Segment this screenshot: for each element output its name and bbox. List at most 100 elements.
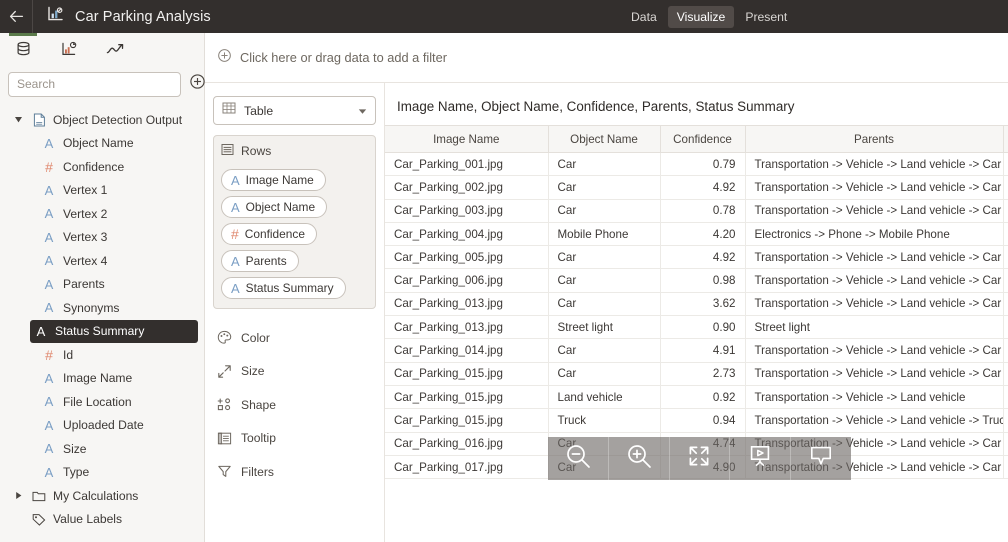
shelf-prop-filters[interactable]: Filters xyxy=(213,455,376,489)
sidebar-item-uploaded-date[interactable]: A Uploaded Date xyxy=(0,414,204,438)
caret-collapsed-icon[interactable] xyxy=(8,491,28,500)
present-icon xyxy=(747,443,773,474)
text-type-icon: A xyxy=(44,464,54,480)
nav-tab-present[interactable]: Present xyxy=(736,6,796,28)
number-type-icon: # xyxy=(45,158,53,175)
cell-object-name: Car xyxy=(548,362,661,386)
table-row[interactable]: Car_Parking_014.jpg Car 4.91 Transportation… xyxy=(385,338,1008,363)
shelf-prop-label: Tooltip xyxy=(241,431,276,446)
text-type-icon: A xyxy=(44,135,54,151)
shelf-pill-object-name[interactable]: A Object Name xyxy=(221,196,328,218)
sidebar-item-vertex-1[interactable]: A Vertex 1 xyxy=(0,179,204,203)
sidebar-tab-data-source[interactable] xyxy=(0,32,46,66)
table-row[interactable]: Car_Parking_013.jpg Car 3.62 Transportation… xyxy=(385,292,1008,317)
table-row[interactable]: Car_Parking_004.jpg Mobile Phone 4.20 Elect… xyxy=(385,222,1008,247)
shelf-prop-shape[interactable]: Shape xyxy=(213,388,376,422)
zoom-out-button[interactable] xyxy=(548,437,608,480)
sidebar-item-my-calculations[interactable]: My Calculations xyxy=(0,484,204,508)
table-row[interactable]: Car_Parking_006.jpg Car 0.98 Transportation… xyxy=(385,268,1008,293)
sidebar-item-object-name[interactable]: A Object Name xyxy=(0,132,204,156)
sidebar-item-vertex-4[interactable]: A Vertex 4 xyxy=(0,249,204,273)
add-field-button[interactable] xyxy=(187,74,207,94)
cell-status-summary xyxy=(1003,315,1008,340)
nav-tab-visualize[interactable]: Visualize xyxy=(667,5,735,28)
table-row[interactable]: Car_Parking_015.jpg Truck 0.94 Transportati… xyxy=(385,408,1008,433)
shelf-pill-image-name[interactable]: A Image Name xyxy=(221,169,326,191)
shapes-icon xyxy=(216,397,232,412)
text-type-icon: A xyxy=(44,300,54,316)
table-row[interactable]: Car_Parking_002.jpg Car 4.92 Transportation… xyxy=(385,175,1008,200)
cell-object-name: Truck xyxy=(548,408,661,433)
sidebar-item-vertex-3[interactable]: A Vertex 3 xyxy=(0,226,204,250)
sidebar-item-vertex-2[interactable]: A Vertex 2 xyxy=(0,202,204,226)
table-row[interactable]: Car_Parking_005.jpg Car 4.92 Transportation… xyxy=(385,245,1008,270)
number-type-icon: # xyxy=(231,226,239,242)
search-input[interactable] xyxy=(8,71,181,97)
sidebar-item-parents[interactable]: A Parents xyxy=(0,273,204,297)
column-header-confidence[interactable]: Confidence xyxy=(660,125,746,153)
sidebar-tab-analytics[interactable] xyxy=(46,38,92,66)
sidebar-item-object-detection-output[interactable]: Object Detection Output xyxy=(0,108,204,132)
sidebar-item-type[interactable]: A Type xyxy=(0,461,204,485)
sidebar-item-id[interactable]: # Id xyxy=(0,343,204,367)
viz-type-select[interactable]: Table xyxy=(213,96,376,125)
text-type-icon: A xyxy=(36,323,46,339)
zoom-in-button[interactable] xyxy=(609,437,669,480)
cell-status-summary xyxy=(1003,199,1008,223)
sidebar-item-confidence[interactable]: # Confidence xyxy=(0,155,204,179)
cell-image-name: Car_Parking_006.jpg xyxy=(385,268,549,293)
sidebar-item-synonyms[interactable]: A Synonyms xyxy=(0,296,204,320)
shelf-pill-status-summary[interactable]: A Status Summary xyxy=(221,277,346,299)
shelf-prop-size[interactable]: Size xyxy=(213,355,376,389)
sidebar-item-value-labels[interactable]: Value Labels xyxy=(0,508,204,532)
cell-parents: Transportation -> Vehicle -> Land vehicl… xyxy=(745,268,1004,293)
sidebar-item-label: Type xyxy=(63,465,90,480)
shelf-pill-confidence[interactable]: # Confidence xyxy=(221,223,317,245)
chevron-down-icon[interactable] xyxy=(358,102,367,120)
table-header-row: Image Name Object Name Confidence Parent… xyxy=(385,125,1008,153)
table-row[interactable]: Car_Parking_015.jpg Car 2.73 Transportation… xyxy=(385,362,1008,386)
column-header-object-name[interactable]: Object Name xyxy=(548,125,661,153)
shelf-prop-tooltip[interactable]: Tooltip xyxy=(213,422,376,456)
cell-image-name: Car_Parking_014.jpg xyxy=(385,338,549,363)
sidebar-item-label: Uploaded Date xyxy=(63,418,144,433)
rows-icon xyxy=(221,143,234,159)
text-type-icon: A xyxy=(44,394,54,410)
table-row[interactable]: Car_Parking_003.jpg Car 0.78 Transportation… xyxy=(385,199,1008,223)
sidebar-item-label: Id xyxy=(63,347,74,362)
column-header-parents[interactable]: Parents xyxy=(745,125,1004,153)
folder-icon xyxy=(28,490,50,502)
filter-hint-text: Click here or drag data to add a filter xyxy=(240,50,447,65)
sidebar-item-image-name[interactable]: A Image Name xyxy=(0,367,204,391)
column-header-status-summary[interactable]: Status Summary xyxy=(1003,125,1008,153)
shelf-pill-parents[interactable]: A Parents xyxy=(221,250,299,272)
cell-parents: Transportation -> Vehicle -> Land vehicl… xyxy=(745,152,1004,177)
caret-expanded-icon[interactable] xyxy=(8,115,28,124)
filter-bar[interactable]: Click here or drag data to add a filter xyxy=(205,33,1008,83)
fit-screen-icon xyxy=(686,443,712,474)
comment-button[interactable] xyxy=(791,437,851,480)
fit-screen-button[interactable] xyxy=(670,437,730,480)
table-row[interactable]: Car_Parking_015.jpg Land vehicle 0.92 Trans… xyxy=(385,385,1008,410)
dataset-icon xyxy=(28,113,50,127)
back-button[interactable] xyxy=(0,0,33,33)
sidebar-tab-trends[interactable] xyxy=(92,38,138,66)
cell-parents: Transportation -> Vehicle -> Land vehicl… xyxy=(745,408,1004,433)
present-button[interactable] xyxy=(730,437,790,480)
cell-status-summary xyxy=(1003,245,1008,270)
cell-confidence: 0.90 xyxy=(660,315,746,340)
table-row[interactable]: Car_Parking_013.jpg Street light 0.90 Stree… xyxy=(385,315,1008,340)
column-header-image-name[interactable]: Image Name xyxy=(385,125,549,153)
sidebar-item-size[interactable]: A Size xyxy=(0,437,204,461)
rows-shelf-label: Rows xyxy=(241,144,272,158)
sidebar-item-file-location[interactable]: A File Location xyxy=(0,390,204,414)
zoom-in-icon xyxy=(624,441,654,476)
table-row[interactable]: Car_Parking_001.jpg Car 0.79 Transportation… xyxy=(385,152,1008,177)
sidebar-item-status-summary[interactable]: A Status Summary xyxy=(30,319,198,343)
nav-tab-data[interactable]: Data xyxy=(622,6,666,28)
rows-shelf[interactable]: Rows A Image Name A Object Name # Confid… xyxy=(213,135,376,309)
top-nav: Data Visualize Present xyxy=(622,0,796,33)
shelf-prop-color[interactable]: Color xyxy=(213,321,376,355)
cell-confidence: 0.94 xyxy=(660,408,746,433)
cell-status-summary xyxy=(1003,292,1008,317)
